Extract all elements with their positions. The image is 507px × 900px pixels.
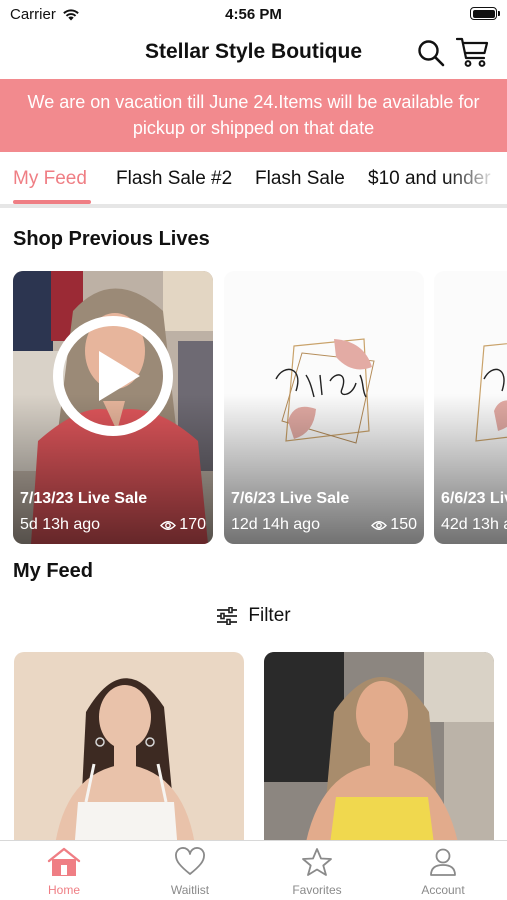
live-time-ago: 12d 14h ago xyxy=(231,516,320,533)
battery-icon xyxy=(470,7,500,20)
person-icon xyxy=(430,848,456,876)
nav-waitlist[interactable]: Waitlist xyxy=(127,847,253,897)
live-card[interactable]: 6/6/23 Live Sale 42d 13h ago xyxy=(434,271,507,544)
tab-flash-sale[interactable]: Flash Sale xyxy=(255,168,345,190)
live-name: 7/13/23 Live Sale xyxy=(20,490,148,507)
live-card[interactable]: 7/13/23 Live Sale 5d 13h ago 170 xyxy=(13,271,213,544)
bottom-tab-bar: Home Waitlist Favorites Account xyxy=(0,840,507,900)
live-card[interactable]: 7/6/23 Live Sale 12d 14h ago 150 xyxy=(224,271,424,544)
view-count: 170 xyxy=(160,516,206,534)
product-card[interactable] xyxy=(264,652,494,852)
product-image xyxy=(264,652,494,852)
nav-favorites-label: Favorites xyxy=(292,883,342,897)
nav-favorites[interactable]: Favorites xyxy=(254,847,380,897)
star-icon xyxy=(302,848,332,876)
cart-icon[interactable] xyxy=(456,36,490,68)
banner-text: We are on vacation till June 24.Items wi… xyxy=(27,92,480,138)
tabs-fade xyxy=(447,152,507,204)
search-icon[interactable] xyxy=(416,38,446,68)
status-bar: Carrier 4:56 PM xyxy=(0,0,507,28)
view-count: 150 xyxy=(371,516,417,534)
nav-waitlist-label: Waitlist xyxy=(170,883,210,897)
view-count-value: 170 xyxy=(179,516,206,533)
live-time-ago: 42d 13h ago xyxy=(441,516,507,533)
home-icon xyxy=(47,847,81,876)
eye-icon xyxy=(371,520,388,530)
eye-icon xyxy=(160,520,177,530)
filter-button[interactable]: Filter xyxy=(0,605,507,631)
live-time-ago: 5d 13h ago xyxy=(20,516,101,533)
live-name: 7/6/23 Live Sale xyxy=(231,490,350,507)
product-image xyxy=(14,652,244,852)
product-card[interactable] xyxy=(14,652,244,852)
tab-flash-sale-2[interactable]: Flash Sale #2 xyxy=(116,168,232,190)
active-tab-indicator xyxy=(13,200,91,204)
view-count-value: 150 xyxy=(390,516,417,533)
live-name: 6/6/23 Live Sale xyxy=(441,490,507,507)
nav-home[interactable]: Home xyxy=(1,847,127,897)
app-header: Stellar Style Boutique xyxy=(0,28,507,78)
vacation-banner: We are on vacation till June 24.Items wi… xyxy=(0,79,507,152)
nav-account[interactable]: Account xyxy=(380,847,506,897)
clock: 4:56 PM xyxy=(225,6,282,23)
nav-home-label: Home xyxy=(47,883,80,897)
play-icon[interactable] xyxy=(52,315,174,437)
category-tabs: My Feed Flash Sale #2 Flash Sale $10 and… xyxy=(0,152,507,208)
filter-label: Filter xyxy=(248,605,291,626)
nav-account-label: Account xyxy=(421,883,465,897)
heart-icon xyxy=(175,847,205,875)
previous-lives-heading: Shop Previous Lives xyxy=(13,228,210,250)
sliders-icon xyxy=(217,607,238,625)
tab-my-feed[interactable]: My Feed xyxy=(13,168,87,190)
previous-lives-carousel[interactable]: 7/13/23 Live Sale 5d 13h ago 170 7/6/23 … xyxy=(0,271,507,545)
my-feed-heading: My Feed xyxy=(13,560,94,582)
